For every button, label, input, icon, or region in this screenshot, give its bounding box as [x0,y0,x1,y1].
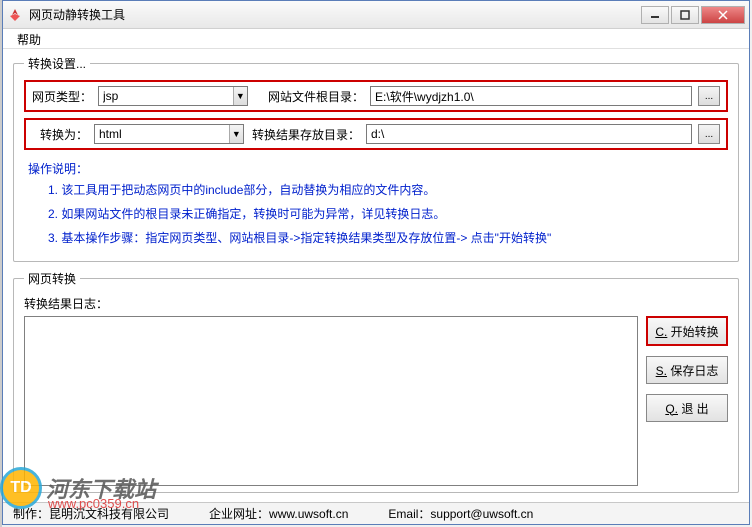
result-dir-label: 转换结果存放目录： [250,126,360,143]
chevron-down-icon[interactable]: ▼ [229,125,243,143]
convert-group: 网页转换 转换结果日志： C. 开始转换 S. 保存日志 Q. 退 出 [13,270,739,493]
convert-to-label: 转换为： [32,126,88,143]
save-log-button[interactable]: S. 保存日志 [646,356,728,384]
menu-help[interactable]: 帮助 [11,31,47,49]
row-page-type: 网页类型： ▼ 网站文件根目录： ... [24,80,728,112]
close-button[interactable] [701,6,745,24]
app-window: 网页动静转换工具 帮助 转换设置... 网页类型： ▼ 网站文件根目录： ... [2,0,750,525]
instruction-item: 3. 基本操作步骤：指定网页类型、网站根目录->指定转换结果类型及存放位置-> … [48,229,724,247]
window-controls [641,6,745,24]
settings-legend: 转换设置... [24,55,90,72]
root-dir-input[interactable] [370,86,692,106]
quit-button[interactable]: Q. 退 出 [646,394,728,422]
root-dir-label: 网站文件根目录： [254,88,364,105]
minimize-button[interactable] [641,6,669,24]
convert-legend: 网页转换 [24,270,80,287]
log-textarea[interactable] [24,316,638,486]
instruction-item: 2. 如果网站文件的根目录未正确指定，转换时可能为异常，详见转换日志。 [48,205,724,223]
email-info: Email：support@uwsoft.cn [388,505,533,522]
settings-group: 转换设置... 网页类型： ▼ 网站文件根目录： ... 转换为： ▼ 转换结果… [13,55,739,262]
result-dir-input[interactable] [366,124,692,144]
titlebar: 网页动静转换工具 [3,1,749,29]
page-type-label: 网页类型： [32,88,92,105]
instructions: 操作说明： 1. 该工具用于把动态网页中的include部分，自动替换为相应的文… [24,156,728,255]
window-title: 网页动静转换工具 [29,6,641,23]
maker-label: 制作：昆明沉文科技有限公司 [13,505,169,522]
instruction-item: 1. 该工具用于把动态网页中的include部分，自动替换为相应的文件内容。 [48,181,724,199]
start-convert-button[interactable]: C. 开始转换 [646,316,728,346]
convert-to-combo[interactable]: ▼ [94,124,244,144]
maximize-button[interactable] [671,6,699,24]
browse-root-button[interactable]: ... [698,86,720,106]
convert-to-input[interactable] [95,127,229,141]
page-type-input[interactable] [99,89,233,103]
site-info: 企业网址：www.uwsoft.cn [209,505,348,522]
browse-result-button[interactable]: ... [698,124,720,144]
log-label: 转换结果日志： [24,295,728,312]
menubar: 帮助 [3,29,749,49]
statusbar: 制作：昆明沉文科技有限公司 企业网址：www.uwsoft.cn Email：s… [3,502,749,524]
chevron-down-icon[interactable]: ▼ [233,87,247,105]
page-type-combo[interactable]: ▼ [98,86,248,106]
app-icon [7,7,23,23]
instructions-header: 操作说明： [28,160,724,177]
action-column: C. 开始转换 S. 保存日志 Q. 退 出 [646,316,728,486]
row-convert-to: 转换为： ▼ 转换结果存放目录： ... [24,118,728,150]
